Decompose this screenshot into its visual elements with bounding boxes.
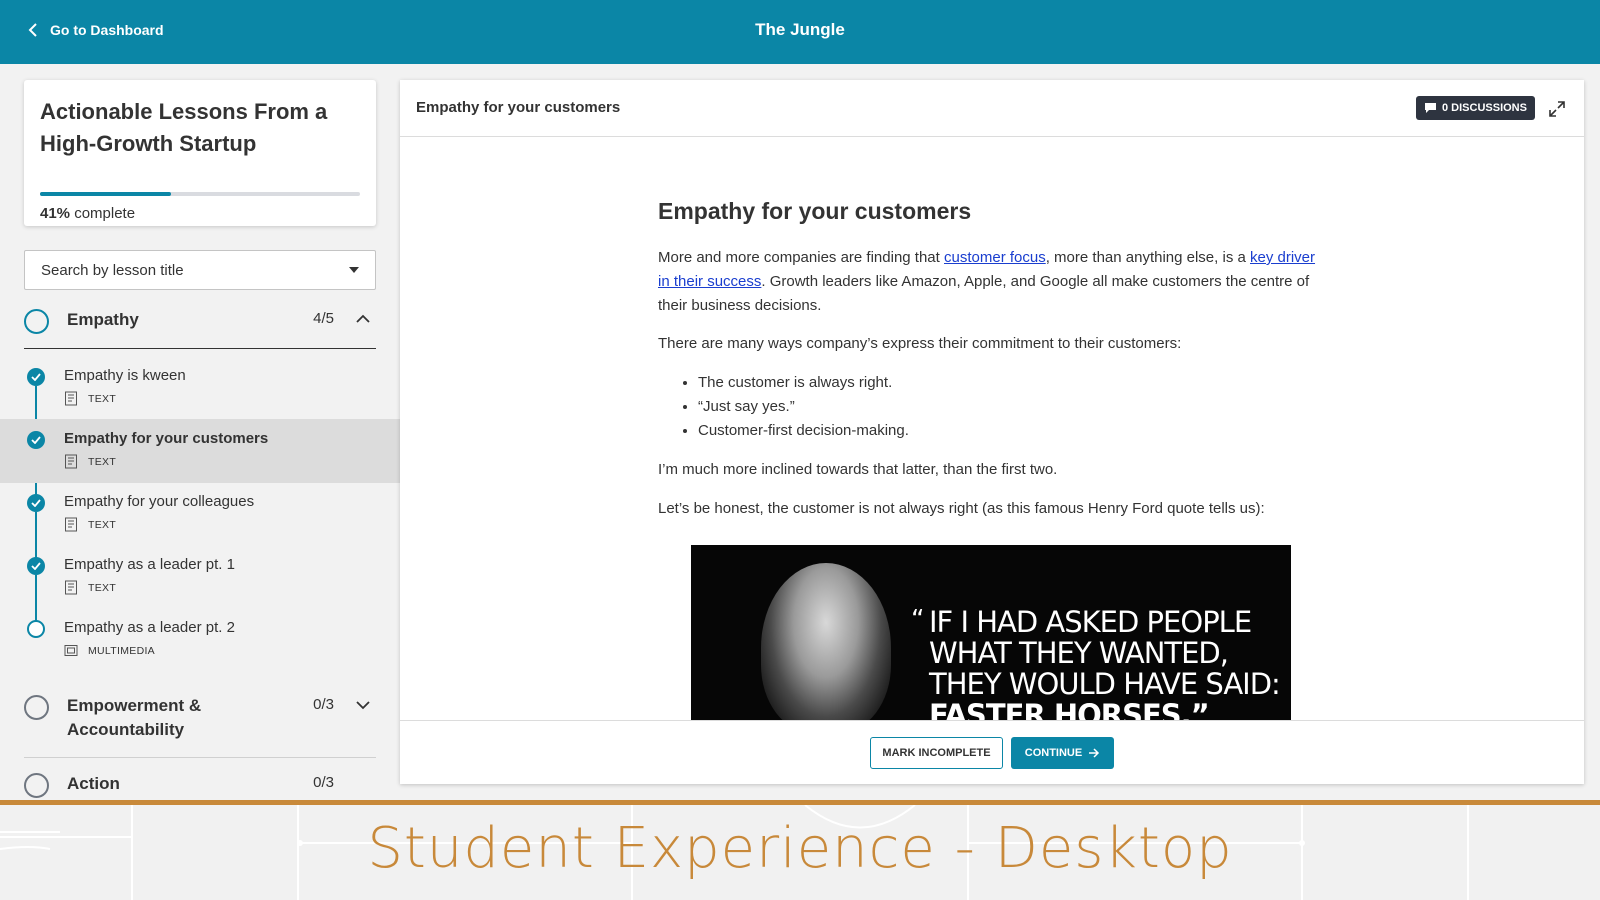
discussions-button[interactable]: 0 DISCUSSIONS [1416,96,1535,120]
lesson-title: Empathy for your colleagues [64,493,255,510]
chevron-down-icon [356,701,370,710]
document-icon [65,391,77,406]
module-title: Empowerment & Accountability [67,696,202,739]
top-bar: Go to Dashboard The Jungle [0,0,1600,64]
lesson-title: Empathy for your customers [64,430,269,447]
quote-line: IF I HAD ASKED PEOPLE [929,605,1252,639]
portrait-photo [761,563,891,725]
expand-arrows-icon[interactable] [1548,100,1566,118]
quote-text: “ IF I HAD ASKED PEOPLE WHAT THEY WANTED… [911,605,1281,725]
banner-title: Student Experience - Desktop [367,816,1233,881]
lesson-type: TEXT [64,454,116,469]
module-count: 0/3 [313,696,334,713]
henry-ford-quote-image: “ IF I HAD ASKED PEOPLE WHAT THEY WANTED… [691,545,1291,725]
lesson-type-label: MULTIMEDIA [88,644,155,657]
progress-percent: 41% [40,205,71,222]
bullet-list: The customer is always right. “Just say … [698,371,909,443]
lesson-title: Empathy as a leader pt. 2 [64,619,235,636]
content-footer: MARK INCOMPLETE CONTINUE [400,720,1584,784]
presentation-banner: Student Experience - Desktop [0,800,1600,900]
course-title: The Jungle [755,20,845,39]
module-divider [24,348,376,349]
module-divider [24,757,376,758]
check-circle-icon [27,557,45,575]
chevron-up-icon [356,314,370,323]
lesson-title: Empathy is kween [64,367,186,384]
empty-circle-icon [27,620,45,638]
bullet-item: The customer is always right. [698,371,909,395]
lesson-type-label: TEXT [88,581,117,594]
lesson-title: Empathy as a leader pt. 1 [64,556,235,573]
lesson-type: TEXT [64,517,116,532]
article-paragraph: More and more companies are finding that… [658,246,1318,318]
lesson-type: TEXT [64,580,116,595]
lesson-type: TEXT [64,391,116,406]
module-action[interactable]: Action 0/3 [24,772,376,798]
lesson-item[interactable]: Empathy is kween TEXT [0,356,400,420]
lesson-sidebar: Actionable Lessons From a High-Growth St… [0,64,400,800]
lesson-item-current[interactable]: Empathy for your customers TEXT [0,419,400,483]
course-progress-card: Actionable Lessons From a High-Growth St… [24,80,376,226]
article-paragraph: I’m much more inclined towards that latt… [658,461,1058,478]
check-circle-icon [27,431,45,449]
media-icon [64,645,78,656]
lesson-type: MULTIMEDIA [64,643,155,658]
continue-label: CONTINUE [1024,747,1083,759]
quote-line: THEY WOULD HAVE SAID: [929,667,1281,701]
mark-incomplete-button[interactable]: MARK INCOMPLETE [870,737,1003,769]
check-circle-icon [27,494,45,512]
lesson-item[interactable]: Empathy for your colleagues TEXT [0,482,400,546]
paragraph-text: More and more companies are finding that [658,249,944,266]
arrow-right-icon [1089,748,1100,758]
module-progress-ring-icon [24,695,49,720]
course-name: Actionable Lessons From a High-Growth St… [40,99,328,156]
chat-bubble-icon [1425,103,1436,113]
module-progress-ring-icon [24,773,49,798]
content-header-title: Empathy for your customers [416,99,621,116]
progress-suffix: complete [70,205,136,222]
content-header: Empathy for your customers 0 DISCUSSIONS [400,80,1584,137]
module-empathy[interactable]: Empathy 4/5 [24,308,376,334]
quote-line: WHAT THEY WANTED, [929,636,1229,670]
document-icon [65,580,77,595]
caret-down-icon [349,267,359,273]
progress-bar-fill [40,192,172,196]
module-empowerment-accountability[interactable]: Empowerment & Accountability 0/3 [24,694,376,742]
document-icon [65,454,77,469]
lesson-type-label: TEXT [88,455,117,468]
lesson-type-label: TEXT [88,392,117,405]
bullet-item: “Just say yes.” [698,395,909,419]
lesson-search-label: Search by lesson title [41,261,184,279]
module-count: 0/3 [313,774,334,791]
article-paragraph: Let’s be honest, the customer is not alw… [658,500,1265,517]
lesson-item[interactable]: Empathy as a leader pt. 2 MULTIMEDIA [0,608,400,672]
document-icon [65,517,77,532]
bullet-item: Customer-first decision-making. [698,419,909,443]
lesson-type-label: TEXT [88,518,117,531]
module-count: 4/5 [313,310,334,327]
discussions-label: 0 DISCUSSIONS [1442,102,1527,114]
continue-button[interactable]: CONTINUE [1011,737,1114,769]
module-title: Empathy [67,310,139,329]
quote-mark: “ [911,605,925,635]
customer-focus-link[interactable]: customer focus [944,249,1046,266]
module-title: Action [67,774,120,793]
paragraph-text: , more than anything else, is a [1045,249,1250,266]
progress-text: 41% complete [40,205,135,222]
check-circle-icon [27,368,45,386]
lesson-search-select[interactable]: Search by lesson title [24,250,376,290]
article-title: Empathy for your customers [658,198,972,224]
module-progress-ring-icon [24,309,49,334]
lesson-item[interactable]: Empathy as a leader pt. 1 TEXT [0,545,400,609]
progress-bar [40,192,360,196]
article-paragraph: There are many ways company’s express th… [658,335,1182,352]
lesson-content-panel: Empathy for your customers 0 DISCUSSIONS… [400,80,1584,784]
